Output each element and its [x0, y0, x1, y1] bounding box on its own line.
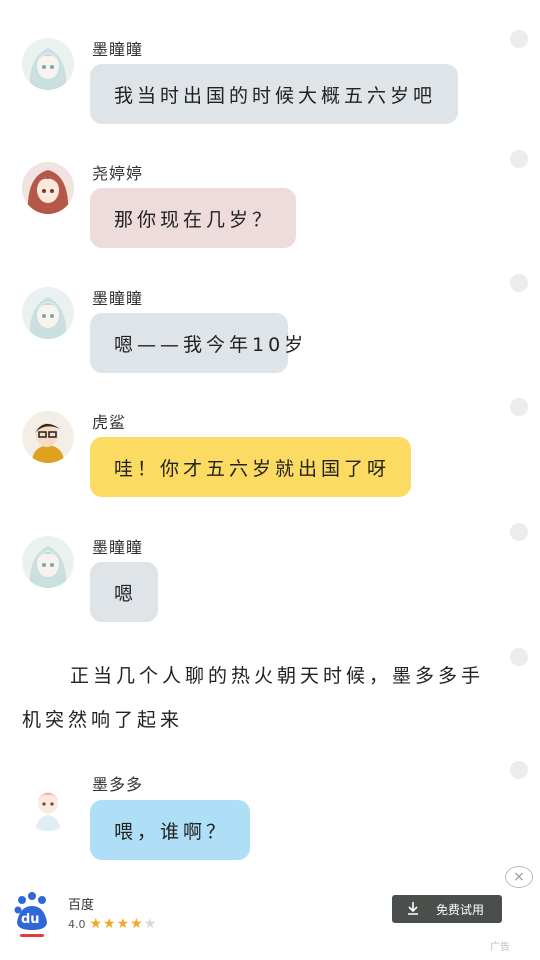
free-trial-button[interactable]: 免费试用: [392, 895, 502, 923]
message-bubble[interactable]: 那你现在几岁？: [90, 188, 296, 248]
ad-title: 百度: [68, 898, 95, 913]
message-dot[interactable]: [510, 150, 528, 168]
avatar[interactable]: [22, 536, 74, 588]
boy-pink-hair-avatar-icon: [22, 779, 74, 831]
anime-girl-avatar-icon: [22, 38, 74, 90]
sender-name: 墨瞳瞳: [92, 289, 144, 308]
sender-name: 墨瞳瞳: [92, 40, 144, 59]
avatar[interactable]: [22, 287, 74, 339]
ad-rating: 4.0 ★★★★★: [68, 916, 157, 932]
ad-tag: 广告: [490, 942, 510, 953]
message-dot[interactable]: [510, 523, 528, 541]
message-bubble[interactable]: 我当时出国的时候大概五六岁吧: [90, 64, 458, 124]
narration-text: 正当几个人聊的热火朝天时候，墨多多手机突然响了起来: [22, 665, 485, 731]
logo-text: du: [21, 912, 40, 927]
message-dot[interactable]: [510, 274, 528, 292]
narration-dot[interactable]: [510, 648, 528, 666]
sender-name: 虎鲨: [92, 413, 127, 432]
sender-name: 墨瞳瞳: [92, 538, 144, 557]
message-bubble[interactable]: 嗯: [90, 562, 158, 622]
anime-girl-avatar-icon: [22, 536, 74, 588]
baidu-logo-icon: du: [14, 892, 50, 938]
download-icon: [406, 901, 420, 918]
avatar[interactable]: [22, 779, 74, 831]
button-label: 免费试用: [436, 902, 485, 917]
avatar[interactable]: [22, 38, 74, 90]
avatar[interactable]: [22, 411, 74, 463]
message-bubble[interactable]: 喂，谁啊？: [90, 800, 250, 860]
message-dot[interactable]: [510, 30, 528, 48]
message-bubble[interactable]: 嗯——我今年10岁: [90, 313, 303, 373]
message-bubble[interactable]: 哇！你才五六岁就出国了呀: [90, 437, 411, 497]
sender-name: 墨多多: [92, 775, 144, 794]
close-icon[interactable]: ×: [505, 866, 533, 888]
sender-name: 尧婷婷: [92, 164, 144, 183]
ad-banner[interactable]: du 百度 4.0 ★★★★★ 免费试用 × 广告: [0, 866, 540, 960]
star-rating-icon: ★★★★★: [89, 916, 158, 932]
boy-avatar-icon: [22, 411, 74, 463]
avatar[interactable]: [22, 162, 74, 214]
rating-value: 4.0: [68, 917, 86, 931]
anime-girl-avatar-icon: [22, 287, 74, 339]
message-dot[interactable]: [510, 761, 528, 779]
red-hair-girl-avatar-icon: [22, 162, 74, 214]
message-dot[interactable]: [510, 398, 528, 416]
